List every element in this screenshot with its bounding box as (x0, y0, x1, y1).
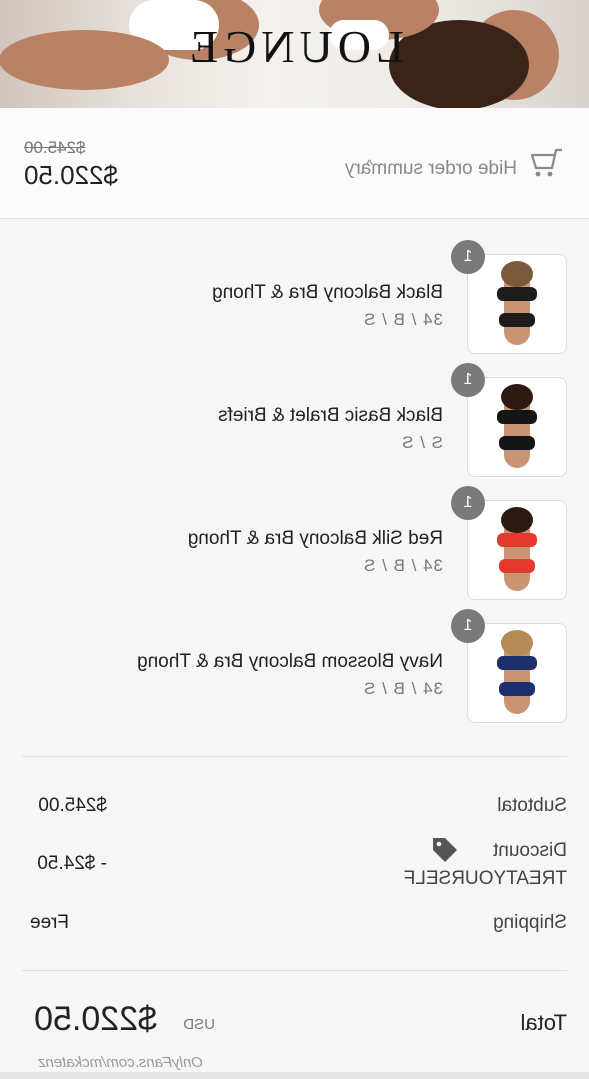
line-item: 1 Red Silk Balcony Bra & Thong 34 / B / … (0, 486, 589, 604)
subtotal-label: Subtotal (497, 795, 567, 816)
divider (22, 756, 567, 757)
brand-logo: LOUNGE (184, 21, 405, 72)
watermark-text: OnlyFans.com/mckatenz (37, 1054, 203, 1071)
product-name: Black Basic Bralet & Briefs (218, 405, 443, 426)
quantity-badge: 1 (451, 240, 485, 274)
hero-banner: LOUNGE (0, 0, 589, 108)
original-price: $245.00 (24, 138, 86, 157)
quantity-badge: 1 (451, 363, 485, 397)
product-variant: S / S (401, 433, 443, 452)
line-item: 1 Black Basic Bralet & Briefs S / S (0, 363, 589, 481)
product-name: Black Balcony Bra & Thong (212, 282, 443, 303)
chevron-up-icon: ^ (365, 157, 373, 174)
shipping-label: Shipping (493, 912, 567, 933)
product-thumbnail (467, 254, 567, 354)
discount-value: - $24.50 (37, 853, 107, 874)
total-label: Total (520, 1010, 567, 1035)
line-item: 1 Black Balcony Bra & Thong 34 / B / S (0, 240, 589, 358)
shipping-value: Free (29, 912, 69, 933)
product-variant: 34 / B / S (363, 556, 443, 575)
quantity-badge: 1 (451, 486, 485, 520)
checkout-page: LOUNGE Hide order summary ^ $245.00 $220… (0, 0, 589, 1079)
currency-code: USD (183, 1016, 215, 1033)
product-name: Red Silk Balcony Bra & Thong (187, 528, 443, 549)
order-total-price: $220.50 (24, 160, 118, 190)
page-bottom-edge (0, 1072, 589, 1079)
subtotal-value: $245.00 (38, 795, 107, 816)
cart-icon (530, 148, 562, 177)
line-item: 1 Navy Blossom Balcony Bra & Thong 34 / … (0, 609, 589, 727)
product-thumbnail (467, 500, 567, 600)
total-amount: $220.50 (34, 1000, 157, 1038)
product-thumbnail (467, 623, 567, 723)
tag-icon (433, 838, 457, 862)
discount-code: TREATYOURSELF (403, 868, 567, 889)
product-variant: 34 / B / S (363, 310, 443, 329)
discount-label: Discount (493, 840, 567, 861)
product-thumbnail (467, 377, 567, 477)
divider (22, 970, 567, 971)
order-summary-toggle[interactable]: Hide order summary ^ $245.00 $220.50 (0, 108, 589, 219)
product-name: Navy Blossom Balcony Bra & Thong (137, 651, 443, 672)
quantity-badge: 1 (451, 609, 485, 643)
product-variant: 34 / B / S (363, 679, 443, 698)
